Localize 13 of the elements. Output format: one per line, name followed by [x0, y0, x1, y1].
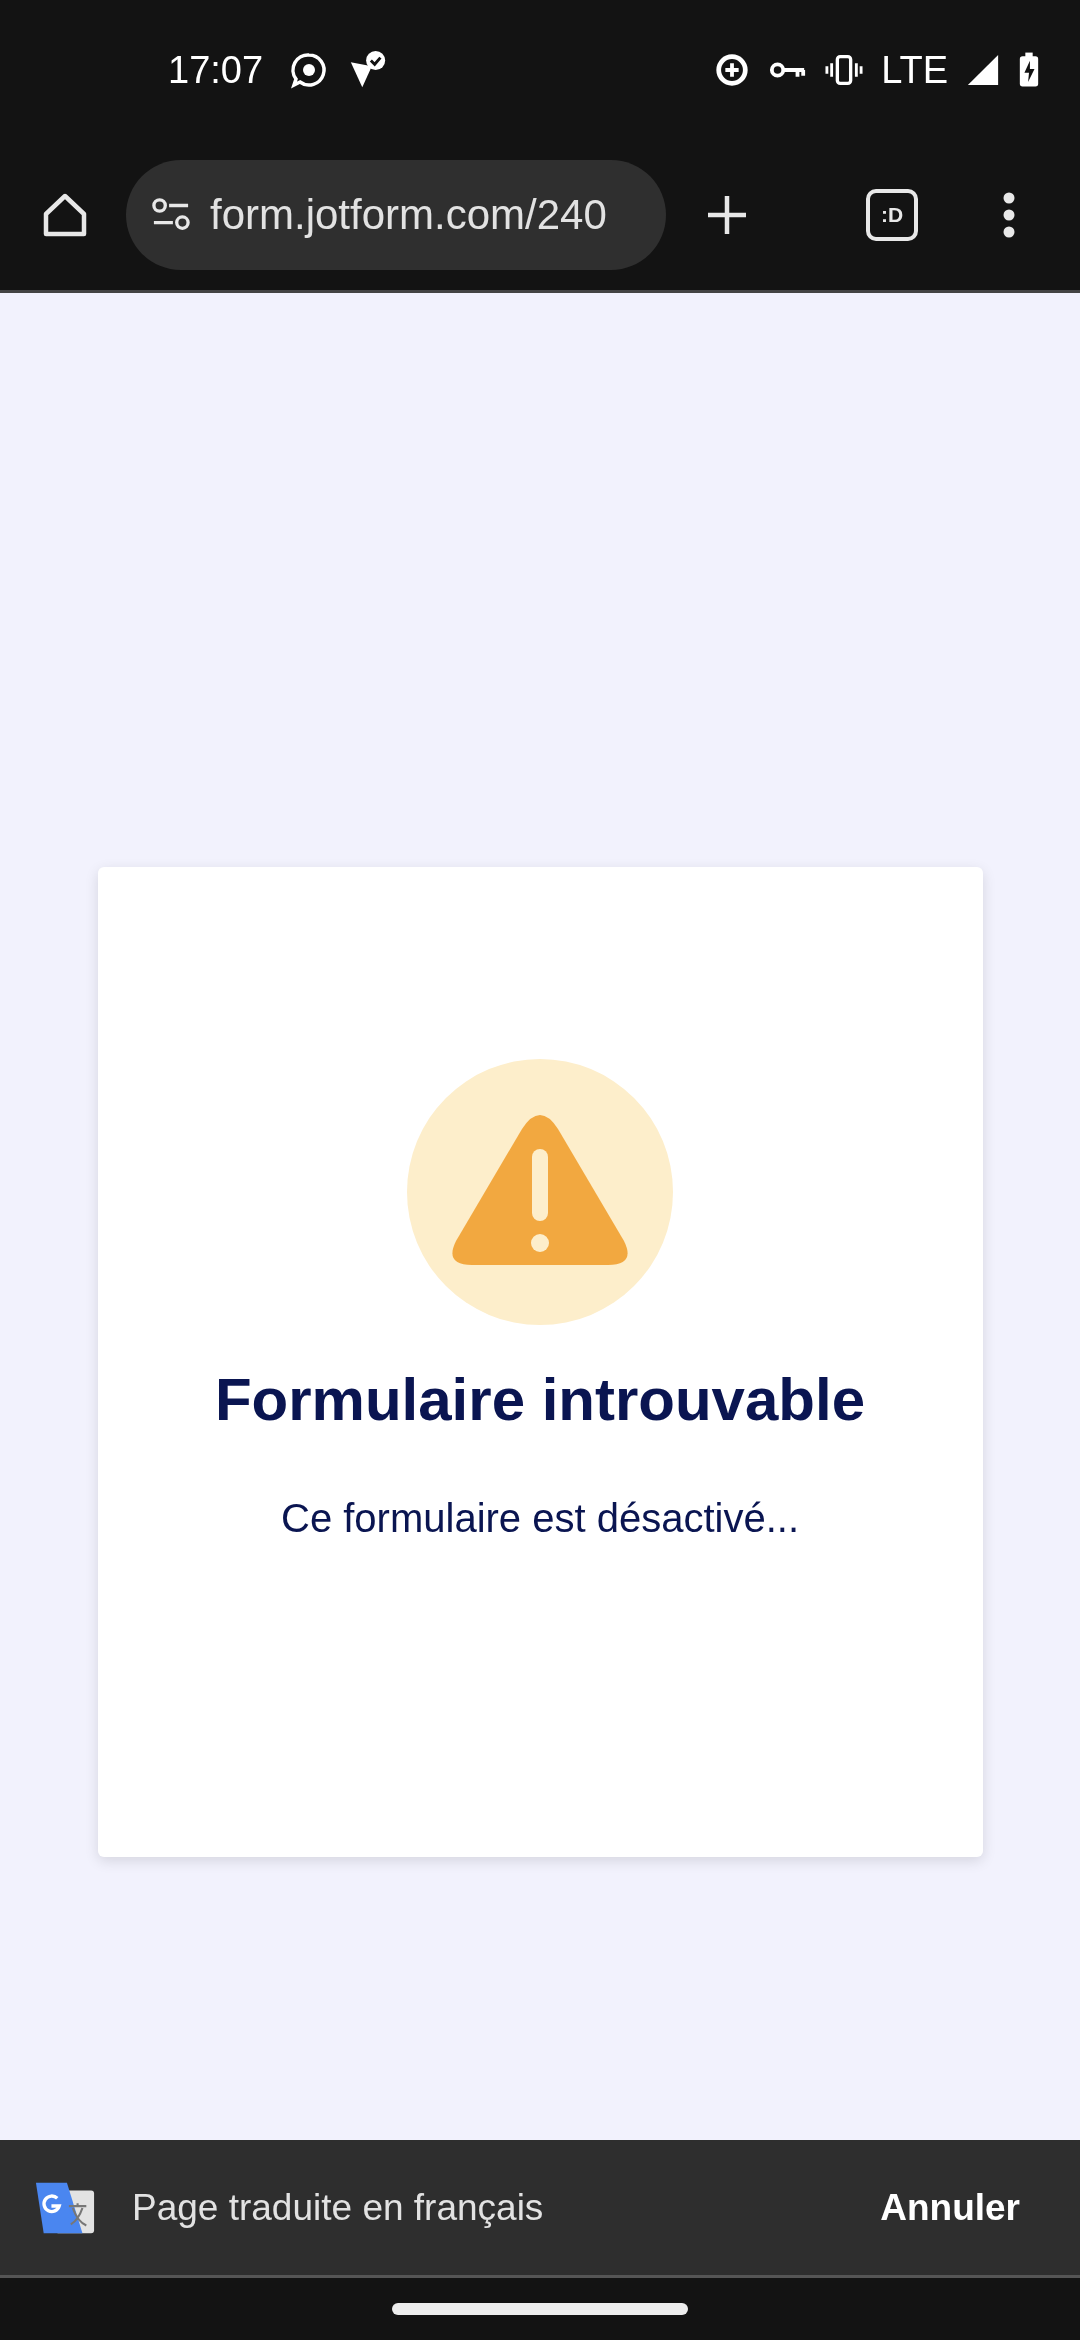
signal-icon: [966, 53, 1000, 87]
error-message: Ce formulaire est désactivé...: [281, 1495, 799, 1541]
error-title: Formulaire introuvable: [214, 1364, 866, 1434]
tab-switcher-button[interactable]: :D: [866, 189, 918, 241]
warning-icon: [407, 1058, 673, 1325]
network-type: LTE: [881, 48, 948, 92]
more-menu-icon[interactable]: [1002, 190, 1016, 240]
status-time: 17:07: [168, 48, 264, 92]
translate-message: Page traduite en français: [132, 2186, 545, 2229]
undo-translation-button[interactable]: Annuler: [880, 2186, 1020, 2229]
address-bar[interactable]: form.jotform.com/240: [126, 160, 666, 270]
url-text: form.jotform.com/240: [210, 191, 607, 239]
battery-charging-icon: [1018, 51, 1040, 89]
